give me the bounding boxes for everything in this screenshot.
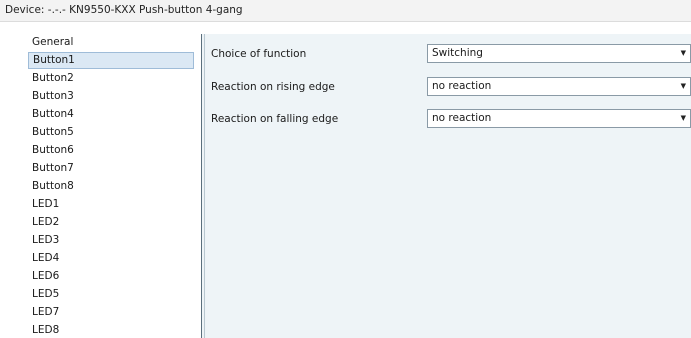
choice-of-function-dropdown[interactable]: Switching ▼ xyxy=(427,44,691,63)
sidebar-item-button4[interactable]: Button4 xyxy=(30,106,194,123)
reaction-rising-edge-value: no reaction xyxy=(432,80,492,92)
sidebar-item-button2[interactable]: Button2 xyxy=(30,70,194,87)
sidebar-item-button3[interactable]: Button3 xyxy=(30,88,194,105)
choice-of-function-value: Switching xyxy=(432,47,483,59)
sidebar-item-button6[interactable]: Button6 xyxy=(30,142,194,159)
window-title: Device: -.-.- KN9550-KXX Push-button 4-g… xyxy=(0,0,691,22)
sidebar: General Button1 Button2 Button3 Button4 … xyxy=(0,34,200,338)
sidebar-item-led8[interactable]: LED8 xyxy=(30,322,194,338)
sidebar-item-led6[interactable]: LED6 xyxy=(30,268,194,285)
reaction-falling-edge-label: Reaction on falling edge xyxy=(211,113,339,125)
chevron-down-icon[interactable]: ▼ xyxy=(681,45,686,62)
sidebar-item-button8[interactable]: Button8 xyxy=(30,178,194,195)
sidebar-item-led5[interactable]: LED5 xyxy=(30,286,194,303)
sidebar-item-led4[interactable]: LED4 xyxy=(30,250,194,267)
sidebar-item-button5[interactable]: Button5 xyxy=(30,124,194,141)
sidebar-item-button7[interactable]: Button7 xyxy=(30,160,194,177)
chevron-down-icon[interactable]: ▼ xyxy=(681,110,686,127)
reaction-rising-edge-dropdown[interactable]: no reaction ▼ xyxy=(427,77,691,96)
sidebar-item-led1[interactable]: LED1 xyxy=(30,196,194,213)
sidebar-item-general[interactable]: General xyxy=(30,34,194,51)
reaction-falling-edge-dropdown[interactable]: no reaction ▼ xyxy=(427,109,691,128)
parameter-panel: Choice of function Switching ▼ Reaction … xyxy=(205,34,691,338)
choice-of-function-label: Choice of function xyxy=(211,48,307,60)
sidebar-item-button1[interactable]: Button1 xyxy=(28,52,194,69)
sidebar-item-led3[interactable]: LED3 xyxy=(30,232,194,249)
sidebar-item-led2[interactable]: LED2 xyxy=(30,214,194,231)
chevron-down-icon[interactable]: ▼ xyxy=(681,78,686,95)
reaction-falling-edge-value: no reaction xyxy=(432,112,492,124)
reaction-rising-edge-label: Reaction on rising edge xyxy=(211,81,335,93)
sidebar-item-led7[interactable]: LED7 xyxy=(30,304,194,321)
